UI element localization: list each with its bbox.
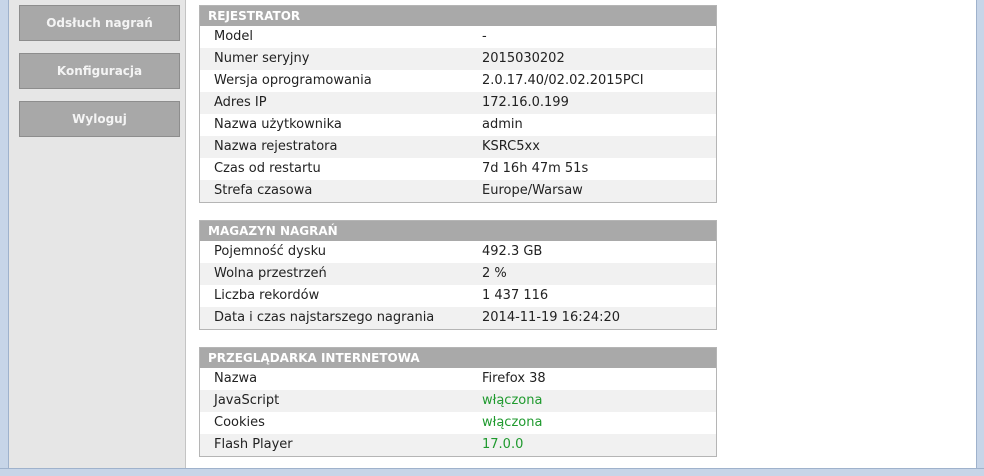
row-label: Pojemność dysku	[214, 244, 326, 259]
row-label: Data i czas najstarszego nagrania	[214, 310, 435, 325]
table-row: Nazwa rejestratora KSRC5xx	[200, 136, 716, 158]
row-label: Strefa czasowa	[214, 183, 313, 198]
row-value: Firefox 38	[482, 371, 546, 386]
status-value: 17.0.0	[482, 437, 524, 452]
row-label: Czas od restartu	[214, 161, 321, 176]
row-label: Flash Player	[214, 437, 293, 452]
browser-panel: PRZEGLĄDARKA INTERNETOWA Nazwa Firefox 3…	[199, 347, 717, 457]
row-label: Adres IP	[214, 95, 267, 110]
row-value: 172.16.0.199	[482, 95, 569, 110]
row-value: 7d 16h 47m 51s	[482, 161, 589, 176]
row-label: Numer seryjny	[214, 51, 310, 66]
row-value: 2 %	[482, 266, 507, 281]
row-label: JavaScript	[214, 393, 280, 408]
row-label: Wolna przestrzeń	[214, 266, 327, 281]
row-label: Model	[214, 29, 254, 44]
configuration-button[interactable]: Konfiguracja	[19, 53, 180, 89]
row-value: -	[482, 29, 487, 44]
row-value: Europe/Warsaw	[482, 183, 583, 198]
row-value: 1 437 116	[482, 288, 549, 303]
recordings-button[interactable]: Odsłuch nagrań	[19, 5, 180, 41]
table-row: Liczba rekordów 1 437 116	[200, 285, 716, 307]
row-label: Liczba rekordów	[214, 288, 320, 303]
table-row: Nazwa Firefox 38	[200, 368, 716, 390]
row-label: Wersja oprogramowania	[214, 73, 372, 88]
row-value: admin	[482, 117, 523, 132]
row-label: Nazwa rejestratora	[214, 139, 338, 154]
row-label: Cookies	[214, 415, 265, 430]
row-label: Nazwa	[214, 371, 258, 386]
window-frame-bottom	[0, 468, 984, 476]
row-value: 2014-11-19 16:24:20	[482, 310, 621, 325]
logout-button[interactable]: Wyloguj	[19, 101, 180, 137]
content-divider	[185, 0, 186, 468]
window-frame-right	[976, 0, 984, 476]
table-row: Pojemność dysku 492.3 GB	[200, 241, 716, 263]
storage-panel: MAGAZYN NAGRAŃ Pojemność dysku 492.3 GB …	[199, 220, 717, 330]
table-row: Flash Player 17.0.0	[200, 434, 716, 456]
table-row: Strefa czasowa Europe/Warsaw	[200, 180, 716, 202]
browser-panel-title: PRZEGLĄDARKA INTERNETOWA	[200, 348, 716, 368]
status-value: włączona	[482, 415, 543, 430]
table-row: Model -	[200, 26, 716, 48]
window-frame-left	[0, 0, 9, 476]
recorder-panel: REJESTRATOR Model - Numer seryjny 201503…	[199, 5, 717, 203]
row-label: Nazwa użytkownika	[214, 117, 342, 132]
table-row: Wolna przestrzeń 2 %	[200, 263, 716, 285]
row-value: KSRC5xx	[482, 139, 540, 154]
status-value: włączona	[482, 393, 543, 408]
table-row: Nazwa użytkownika admin	[200, 114, 716, 136]
table-row: Czas od restartu 7d 16h 47m 51s	[200, 158, 716, 180]
table-row: Numer seryjny 2015030202	[200, 48, 716, 70]
row-value: 492.3 GB	[482, 244, 543, 259]
table-row: Adres IP 172.16.0.199	[200, 92, 716, 114]
recorder-panel-title: REJESTRATOR	[200, 6, 716, 26]
table-row: Cookies włączona	[200, 412, 716, 434]
table-row: Wersja oprogramowania 2.0.17.40/02.02.20…	[200, 70, 716, 92]
table-row: JavaScript włączona	[200, 390, 716, 412]
storage-panel-title: MAGAZYN NAGRAŃ	[200, 221, 716, 241]
table-row: Data i czas najstarszego nagrania 2014-1…	[200, 307, 716, 329]
row-value: 2.0.17.40/02.02.2015PCI	[482, 73, 644, 88]
row-value: 2015030202	[482, 51, 565, 66]
